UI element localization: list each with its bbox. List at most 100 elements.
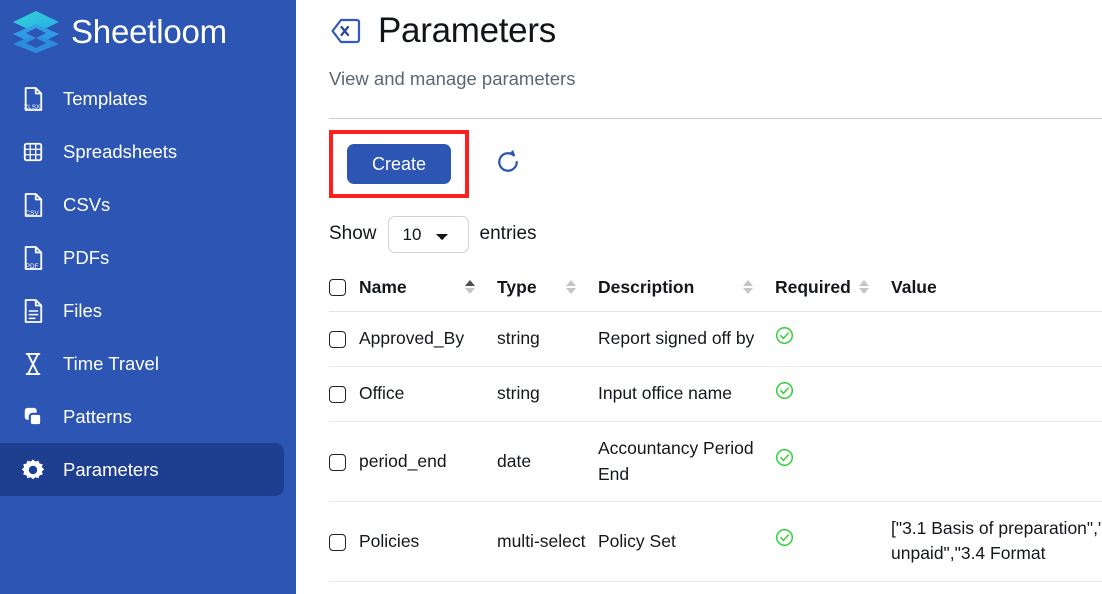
cell-value: 221.562 xyxy=(891,581,1102,594)
table-row[interactable]: Policies multi-select Policy Set ["3 xyxy=(329,502,1102,582)
page-header: Parameters xyxy=(329,0,1102,51)
row-select-cell xyxy=(329,422,359,502)
table-row[interactable]: Approved_By string Report signed off by xyxy=(329,311,1102,366)
required-check-icon xyxy=(775,326,794,345)
column-label: Required xyxy=(775,277,851,298)
column-header-name[interactable]: Name xyxy=(359,277,497,312)
required-check-icon xyxy=(775,528,794,547)
csv-file-icon: CSV xyxy=(20,190,46,220)
tag-x-icon xyxy=(329,14,363,48)
row-select-cell xyxy=(329,366,359,421)
cell-required xyxy=(775,581,891,594)
sidebar-item-pdfs[interactable]: PDF PDFs xyxy=(0,231,284,284)
table-body: Approved_By string Report signed off by xyxy=(329,311,1102,594)
cell-type: date xyxy=(497,422,598,502)
sidebar-item-patterns[interactable]: Patterns xyxy=(0,390,284,443)
cell-description: Accountancy Period End xyxy=(598,422,775,502)
cell-required xyxy=(775,311,891,366)
page-subtitle: View and manage parameters xyxy=(329,68,1102,90)
cell-name: Policies xyxy=(359,502,497,582)
cell-type: multi-select xyxy=(497,502,598,582)
column-header-value: Value xyxy=(891,277,1102,312)
svg-text:PDF: PDF xyxy=(26,263,39,270)
parameters-table-wrapper: Name Type xyxy=(329,277,1102,594)
select-all-checkbox[interactable] xyxy=(329,279,346,296)
cell-description: Input office name xyxy=(598,366,775,421)
table-row[interactable]: registration_nu string 221.562 xyxy=(329,581,1102,594)
required-check-icon xyxy=(775,381,794,400)
cell-required xyxy=(775,366,891,421)
refresh-icon xyxy=(494,148,522,179)
svg-text:CSV: CSV xyxy=(25,210,39,217)
column-label: Name xyxy=(359,277,407,298)
table-head: Name Type xyxy=(329,277,1102,312)
table-row[interactable]: Office string Input office name xyxy=(329,366,1102,421)
parameters-table: Name Type xyxy=(329,277,1102,594)
sidebar-item-time-travel[interactable]: Time Travel xyxy=(0,337,284,390)
row-checkbox[interactable] xyxy=(329,331,346,348)
create-button-highlight: Create xyxy=(329,130,469,198)
entries-label: entries xyxy=(480,223,537,245)
brand-name: Sheetloom xyxy=(71,15,227,48)
table-row[interactable]: period_end date Accountancy Period End xyxy=(329,422,1102,502)
sidebar-item-label: PDFs xyxy=(63,247,109,269)
sort-arrows-icon[interactable] xyxy=(465,280,475,294)
row-checkbox[interactable] xyxy=(329,534,346,551)
hourglass-icon xyxy=(20,349,46,379)
row-select-cell xyxy=(329,581,359,594)
select-all-header xyxy=(329,277,359,312)
sidebar-item-templates[interactable]: XLSX Templates xyxy=(0,72,284,125)
brand[interactable]: Sheetloom xyxy=(0,0,296,62)
column-label: Description xyxy=(598,277,694,298)
cell-type: string xyxy=(497,366,598,421)
cell-value xyxy=(891,311,1102,366)
cell-name: period_end xyxy=(359,422,497,502)
show-entries: Show 10 25 50 100 entries xyxy=(329,216,1102,253)
header-divider xyxy=(329,118,1102,119)
cell-required xyxy=(775,422,891,502)
row-checkbox[interactable] xyxy=(329,386,346,403)
column-header-description[interactable]: Description xyxy=(598,277,775,312)
sidebar-item-label: Parameters xyxy=(63,459,159,481)
refresh-button[interactable] xyxy=(491,147,525,181)
sidebar-item-label: Templates xyxy=(63,88,147,110)
cell-type: string xyxy=(497,311,598,366)
column-header-required[interactable]: Required xyxy=(775,277,891,312)
required-check-icon xyxy=(775,448,794,467)
sidebar-nav: XLSX Templates Spreadsheets xyxy=(0,72,296,496)
cell-description xyxy=(598,581,775,594)
column-label: Value xyxy=(891,277,937,298)
xlsx-file-icon: XLSX xyxy=(20,84,46,114)
layers-copy-icon xyxy=(20,402,46,432)
entries-select[interactable]: 10 25 50 100 xyxy=(388,216,469,253)
row-select-cell xyxy=(329,502,359,582)
toolbar: Create xyxy=(329,128,1102,200)
sidebar-item-label: CSVs xyxy=(63,194,110,216)
sort-arrows-icon[interactable] xyxy=(743,280,753,294)
cell-value xyxy=(891,366,1102,421)
svg-text:XLSX: XLSX xyxy=(24,104,41,111)
row-checkbox[interactable] xyxy=(329,454,346,471)
sort-arrows-icon[interactable] xyxy=(859,280,869,294)
sidebar-item-label: Time Travel xyxy=(63,353,159,375)
sidebar-item-files[interactable]: Files xyxy=(0,284,284,337)
column-label: Type xyxy=(497,277,537,298)
cell-description: Policy Set xyxy=(598,502,775,582)
sidebar-item-csvs[interactable]: CSV CSVs xyxy=(0,178,284,231)
cell-value: ["3.1 Basis of preparation","3.3 Called … xyxy=(891,502,1102,582)
app-root: Sheetloom XLSX Templates xyxy=(0,0,1102,594)
create-button[interactable]: Create xyxy=(347,144,451,184)
document-icon xyxy=(20,296,46,326)
sidebar-item-label: Spreadsheets xyxy=(63,141,177,163)
sidebar-item-label: Patterns xyxy=(63,406,132,428)
cell-name: registration_nu xyxy=(359,581,497,594)
main-content: Parameters View and manage parameters Cr… xyxy=(296,0,1102,594)
sort-arrows-icon[interactable] xyxy=(566,280,576,294)
page-title: Parameters xyxy=(378,12,556,51)
cell-description: Report signed off by xyxy=(598,311,775,366)
sidebar-item-spreadsheets[interactable]: Spreadsheets xyxy=(0,125,284,178)
column-header-type[interactable]: Type xyxy=(497,277,598,312)
sidebar-item-parameters[interactable]: Parameters xyxy=(0,443,284,496)
cell-type: string xyxy=(497,581,598,594)
show-label: Show xyxy=(329,223,377,245)
